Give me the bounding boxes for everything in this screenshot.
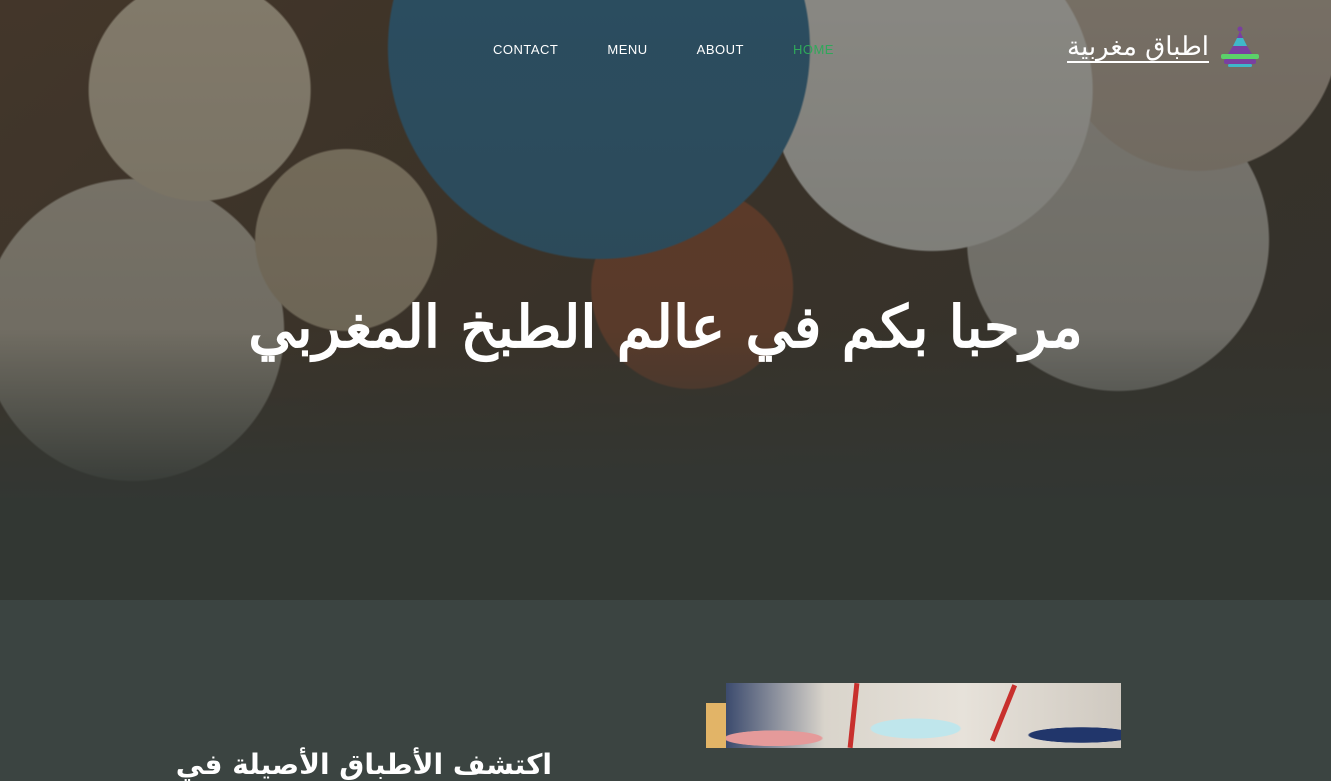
main-nav: CONTACT MENU ABOUT HOME <box>493 41 883 59</box>
tagine-icon <box>1221 26 1259 67</box>
nav-about[interactable]: ABOUT <box>697 41 744 59</box>
section-heading: اكتشف الأطباق الأصيلة في <box>175 748 552 781</box>
section-accent-bar <box>706 703 726 748</box>
nav-menu[interactable]: MENU <box>607 41 647 59</box>
site-logo[interactable]: اطباق مغربية <box>1067 24 1263 70</box>
utensil-handle <box>847 683 860 748</box>
nav-home[interactable]: HOME <box>793 41 834 59</box>
plates-and-utensils-photo <box>726 683 1121 748</box>
hero-title: مرحبا بكم في عالم الطبخ المغربي <box>248 292 1083 361</box>
logo-text[interactable]: اطباق مغربية <box>1067 32 1209 62</box>
utensil-handle <box>989 684 1018 742</box>
nav-contact[interactable]: CONTACT <box>493 41 558 59</box>
